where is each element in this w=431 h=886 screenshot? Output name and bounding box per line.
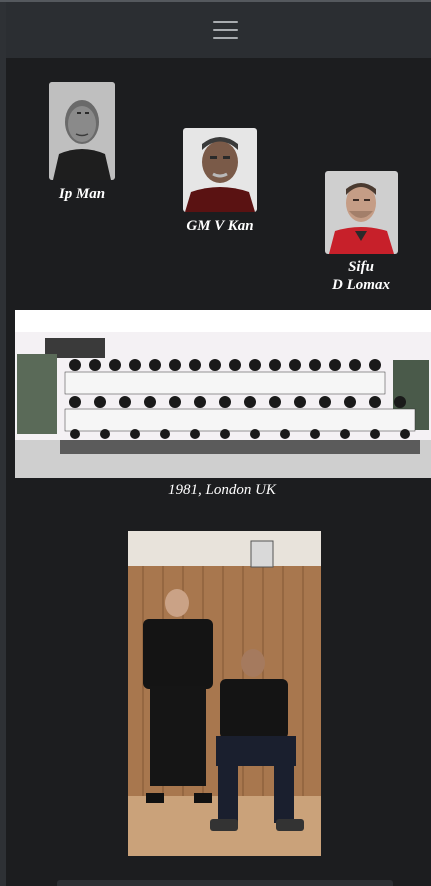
sifu-d-lomax-photo: [325, 171, 398, 254]
group-photo-1981: [15, 310, 431, 478]
bottom-scroll-bar: [57, 880, 393, 886]
group-photo-caption: 1981, London UK: [168, 482, 276, 498]
hamburger-menu-icon[interactable]: [213, 20, 238, 40]
portrait-caption: GM V Kan: [186, 218, 254, 234]
dojo-photo: [128, 531, 321, 856]
window-left-edge: [0, 0, 6, 886]
portrait-caption: Sifu: [348, 259, 374, 275]
navbar: [6, 2, 431, 58]
portrait-caption: Ip Man: [58, 186, 106, 202]
portrait-caption: D Lomax: [332, 277, 390, 293]
gm-v-kan-photo: [183, 128, 257, 212]
ip-man-photo: [49, 82, 115, 180]
